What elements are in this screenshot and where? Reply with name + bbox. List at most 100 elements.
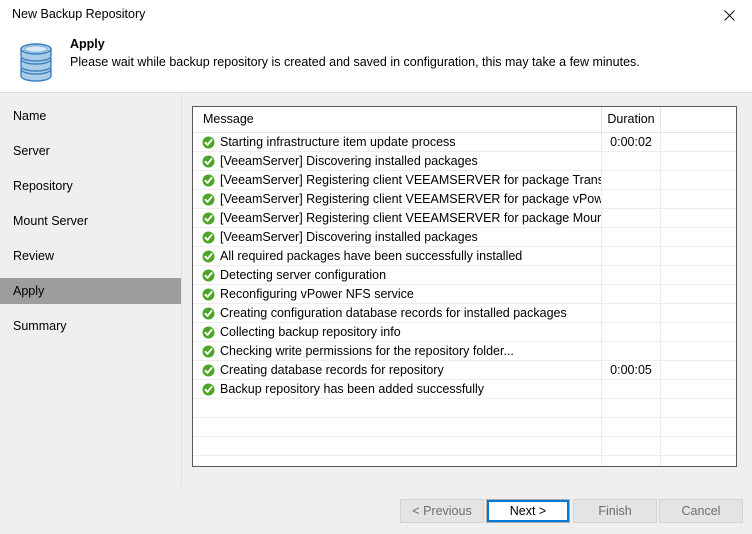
close-icon[interactable]	[706, 0, 752, 30]
log-spacer-cell	[660, 133, 736, 151]
sidebar-divider	[181, 93, 182, 487]
log-spacer-cell	[660, 152, 736, 170]
wizard-body: Name Server Repository Mount Server Review Ap…	[0, 93, 752, 487]
log-spacer-cell	[660, 247, 736, 265]
close-glyph	[723, 9, 735, 21]
sidebar-item-name[interactable]: Name	[0, 103, 181, 129]
success-check-icon	[202, 136, 215, 149]
log-message-text: Reconfiguring vPower NFS service	[220, 287, 414, 301]
log-row[interactable]	[193, 456, 736, 466]
log-row[interactable]	[193, 399, 736, 418]
sidebar-item-server[interactable]: Server	[0, 138, 181, 164]
log-spacer-cell	[660, 456, 736, 466]
log-row[interactable]: Reconfiguring vPower NFS service	[193, 285, 736, 304]
log-row[interactable]: [VeeamServer] Registering client VEEAMSE…	[193, 190, 736, 209]
log-duration-cell	[601, 209, 660, 227]
log-duration-cell	[601, 456, 660, 466]
next-button[interactable]: Next >	[486, 499, 570, 523]
log-message-cell: Checking write permissions for the repos…	[193, 342, 601, 360]
log-row[interactable]: All required packages have been successf…	[193, 247, 736, 266]
log-duration-cell	[601, 171, 660, 189]
success-check-icon	[202, 383, 215, 396]
log-row[interactable]: Starting infrastructure item update proc…	[193, 133, 736, 152]
log-message-cell: Creating configuration database records …	[193, 304, 601, 322]
log-spacer-cell	[660, 323, 736, 341]
log-row[interactable]: Backup repository has been added success…	[193, 380, 736, 399]
column-header-message[interactable]: Message	[193, 107, 601, 132]
log-row[interactable]: [VeeamServer] Registering client VEEAMSE…	[193, 171, 736, 190]
log-spacer-cell	[660, 418, 736, 436]
sidebar-item-summary[interactable]: Summary	[0, 313, 181, 339]
log-message-cell: Backup repository has been added success…	[193, 380, 601, 398]
log-spacer-cell	[660, 304, 736, 322]
log-message-cell: [VeeamServer] Registering client VEEAMSE…	[193, 209, 601, 227]
log-message-cell: [VeeamServer] Discovering installed pack…	[193, 228, 601, 246]
log-message-cell: Collecting backup repository info	[193, 323, 601, 341]
success-check-icon	[202, 174, 215, 187]
success-check-icon	[202, 345, 215, 358]
success-check-icon	[202, 231, 215, 244]
log-duration-cell: 0:00:02	[601, 133, 660, 151]
log-message-text: Backup repository has been added success…	[220, 382, 485, 396]
log-row[interactable]	[193, 437, 736, 456]
sidebar-item-repository[interactable]: Repository	[0, 173, 181, 199]
log-message-cell	[193, 456, 601, 466]
log-spacer-cell	[660, 209, 736, 227]
page-title: Apply	[70, 37, 105, 51]
log-duration-cell	[601, 304, 660, 322]
column-header-duration[interactable]: Duration	[601, 107, 660, 132]
log-message-cell: Creating database records for repository	[193, 361, 601, 379]
log-message-text: All required packages have been successf…	[220, 249, 523, 263]
log-row[interactable]: [VeeamServer] Discovering installed pack…	[193, 228, 736, 247]
log-message-text: Creating configuration database records …	[220, 306, 567, 320]
log-duration-cell	[601, 342, 660, 360]
log-duration-cell	[601, 323, 660, 341]
log-duration-cell	[601, 380, 660, 398]
log-message-cell: [VeeamServer] Discovering installed pack…	[193, 152, 601, 170]
success-check-icon	[202, 288, 215, 301]
finish-button[interactable]: Finish	[573, 499, 657, 523]
log-spacer-cell	[660, 171, 736, 189]
log-duration-cell	[601, 152, 660, 170]
log-row[interactable]: Creating configuration database records …	[193, 304, 736, 323]
database-repository-icon	[10, 35, 62, 87]
log-message-text: Starting infrastructure item update proc…	[220, 135, 456, 149]
log-row[interactable]	[193, 418, 736, 437]
log-message-cell: Reconfiguring vPower NFS service	[193, 285, 601, 303]
log-spacer-cell	[660, 437, 736, 455]
log-spacer-cell	[660, 380, 736, 398]
log-message-cell: Starting infrastructure item update proc…	[193, 133, 601, 151]
log-duration-cell	[601, 190, 660, 208]
log-row[interactable]: [VeeamServer] Discovering installed pack…	[193, 152, 736, 171]
wizard-steps-sidebar: Name Server Repository Mount Server Review Ap…	[0, 93, 181, 487]
title-bar: New Backup Repository	[0, 0, 752, 31]
log-message-cell: All required packages have been successf…	[193, 247, 601, 265]
log-message-cell	[193, 437, 601, 455]
log-message-text: Detecting server configuration	[220, 268, 387, 282]
sidebar-item-review[interactable]: Review	[0, 243, 181, 269]
log-row[interactable]: Collecting backup repository info	[193, 323, 736, 342]
log-duration-cell	[601, 247, 660, 265]
log-message-text: [VeeamServer] Discovering installed pack…	[220, 154, 478, 168]
success-check-icon	[202, 212, 215, 225]
log-duration-cell	[601, 285, 660, 303]
log-row[interactable]: Detecting server configuration	[193, 266, 736, 285]
column-header-spacer[interactable]	[660, 107, 736, 132]
sidebar-item-apply[interactable]: Apply	[0, 278, 181, 304]
log-message-cell	[193, 418, 601, 436]
log-row[interactable]: Checking write permissions for the repos…	[193, 342, 736, 361]
log-row[interactable]: Creating database records for repository…	[193, 361, 736, 380]
log-message-text: [VeeamServer] Registering client VEEAMSE…	[220, 173, 601, 187]
wizard-header: Apply Please wait while backup repositor…	[0, 31, 752, 93]
sidebar-item-mount-server[interactable]: Mount Server	[0, 208, 181, 234]
log-row[interactable]: [VeeamServer] Registering client VEEAMSE…	[193, 209, 736, 228]
progress-log-panel[interactable]: Message Duration Starting infrastructure…	[192, 106, 737, 467]
log-message-cell: [VeeamServer] Registering client VEEAMSE…	[193, 171, 601, 189]
log-message-cell: Detecting server configuration	[193, 266, 601, 284]
success-check-icon	[202, 326, 215, 339]
window-title: New Backup Repository	[12, 7, 146, 21]
previous-button[interactable]: < Previous	[400, 499, 484, 523]
log-spacer-cell	[660, 342, 736, 360]
page-subtitle: Please wait while backup repository is c…	[70, 55, 640, 69]
cancel-button[interactable]: Cancel	[659, 499, 743, 523]
